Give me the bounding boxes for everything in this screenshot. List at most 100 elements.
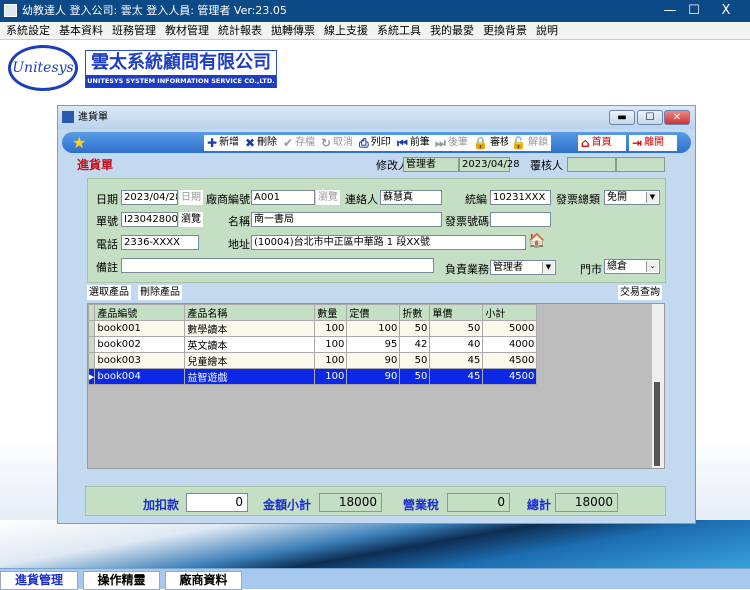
window-close-button[interactable]: ✕ xyxy=(664,110,690,125)
column-header[interactable]: 單價 xyxy=(429,304,484,321)
add-button[interactable]: ✚ 新增 xyxy=(204,135,243,151)
print-button[interactable]: ⎙ 列印 xyxy=(356,135,394,151)
subtotal-label: 金額小計 xyxy=(263,498,312,512)
vertical-scrollbar[interactable] xyxy=(652,304,664,468)
tax-id-input[interactable]: 10231XXX xyxy=(490,190,551,205)
delete-product-button[interactable]: 刪除產品 xyxy=(138,285,182,300)
address-input[interactable]: (10004)台北市中正區中華路 1 段XX號 xyxy=(251,235,526,250)
favorite-star-icon[interactable]: ★ xyxy=(72,132,86,153)
menu-item[interactable]: 統計報表 xyxy=(218,22,262,39)
vendor-browse-button[interactable]: 瀏覽 xyxy=(316,190,340,205)
tab-purchase-management[interactable]: 進貨管理 xyxy=(0,571,78,590)
table-cell[interactable]: 兒童繪本 xyxy=(184,352,316,369)
column-header[interactable]: 數量 xyxy=(314,304,348,321)
invoice-no-input[interactable] xyxy=(490,212,551,227)
store-select[interactable]: 總倉 ⌄ xyxy=(604,259,660,274)
contact-input[interactable]: 蘇慧真 xyxy=(380,190,442,205)
note-input[interactable] xyxy=(121,258,434,273)
close-button[interactable]: X xyxy=(706,0,746,22)
table-cell[interactable]: 42 xyxy=(399,336,431,353)
sales-select[interactable]: 管理者 ▼ xyxy=(490,260,556,275)
table-cell[interactable]: 5000 xyxy=(482,320,538,337)
form-title: 進貨單 xyxy=(77,158,114,172)
table-cell[interactable]: 45 xyxy=(429,352,484,369)
table-row[interactable]: book003 兒童繪本 100 90 50 45 4500 xyxy=(87,352,538,369)
window-minimize-button[interactable]: ▬ xyxy=(609,110,635,125)
table-cell[interactable]: book002 xyxy=(94,336,186,353)
table-cell[interactable]: book001 xyxy=(94,320,186,337)
table-cell[interactable]: book004 xyxy=(94,368,186,385)
menu-item[interactable]: 我的最愛 xyxy=(430,22,474,39)
column-header[interactable]: 折數 xyxy=(399,304,431,321)
table-row[interactable]: book002 英文讀本 100 95 42 40 4000 xyxy=(87,336,538,353)
table-cell[interactable]: 100 xyxy=(314,352,348,369)
date-picker-button[interactable]: 日期 xyxy=(179,190,203,205)
adjust-input[interactable]: 0 xyxy=(186,493,248,512)
table-cell[interactable]: 50 xyxy=(429,320,484,337)
table-cell[interactable]: 95 xyxy=(346,336,401,353)
phone-input[interactable]: 2336-XXXX xyxy=(121,235,199,250)
menu-item[interactable]: 系統工具 xyxy=(377,22,421,39)
menu-item[interactable]: 班務管理 xyxy=(112,22,156,39)
menu-item[interactable]: 拋轉傳票 xyxy=(271,22,315,39)
approve-button[interactable]: 🔒 審核 xyxy=(470,135,513,151)
date-input[interactable]: 2023/04/28 xyxy=(121,190,178,205)
table-cell[interactable]: 4500 xyxy=(482,368,538,385)
home-icon: ⌂ xyxy=(581,136,590,150)
menu-item[interactable]: 說明 xyxy=(536,22,558,39)
column-header[interactable]: 產品編號 xyxy=(94,304,186,321)
scrollbar-thumb[interactable] xyxy=(654,382,660,466)
table-cell[interactable]: 50 xyxy=(399,320,431,337)
table-cell[interactable]: 數學讀本 xyxy=(184,320,316,337)
table-cell[interactable]: 50 xyxy=(399,352,431,369)
order-no-label: 單號 xyxy=(96,215,118,228)
menu-item[interactable]: 更換背景 xyxy=(483,22,527,39)
table-cell[interactable]: 40 xyxy=(429,336,484,353)
tab-vendor-data[interactable]: 廠商資料 xyxy=(165,571,242,590)
home-button[interactable]: ⌂ 首頁 xyxy=(578,135,626,151)
table-header: 產品編號 產品名稱 數量 定價 折數 單價 小計 xyxy=(87,304,538,321)
menu-item[interactable]: 系統設定 xyxy=(6,22,50,39)
save-button[interactable]: ✔ 存檔 xyxy=(280,135,319,151)
unlock-button[interactable]: 🔓 解鎖 xyxy=(508,135,551,151)
cancel-button[interactable]: ↻ 取消 xyxy=(318,135,357,151)
table-cell[interactable]: 45 xyxy=(429,368,484,385)
house-icon[interactable]: 🏠 xyxy=(528,233,545,249)
vendor-id-label: 廠商編號 xyxy=(206,193,250,206)
exit-button[interactable]: ⇥ 離開 xyxy=(629,135,677,151)
table-cell[interactable]: 100 xyxy=(314,336,348,353)
invoice-type-select[interactable]: 免開 ▼ xyxy=(604,190,660,205)
table-cell[interactable]: 100 xyxy=(346,320,401,337)
table-cell[interactable]: 4000 xyxy=(482,336,538,353)
column-header[interactable]: 定價 xyxy=(346,304,401,321)
table-cell[interactable]: 益智遊戲 xyxy=(184,368,316,385)
order-browse-button[interactable]: 瀏覽 xyxy=(179,212,203,227)
next-button[interactable]: ⏭ 後筆 xyxy=(432,135,471,151)
select-product-button[interactable]: 選取產品 xyxy=(87,285,131,300)
table-row[interactable]: book001 數學讀本 100 100 50 50 5000 xyxy=(87,320,538,337)
name-input[interactable]: 南一書局 xyxy=(251,212,442,227)
table-cell[interactable]: 100 xyxy=(314,320,348,337)
order-no-input[interactable]: I230428001 xyxy=(121,212,178,227)
menu-item[interactable]: 基本資料 xyxy=(59,22,103,39)
table-row[interactable]: ▶ book004 益智遊戲 100 90 50 45 4500 xyxy=(87,368,538,385)
vendor-id-input[interactable]: A001 xyxy=(251,190,315,205)
menu-item[interactable]: 線上支援 xyxy=(324,22,368,39)
invoice-no-label: 發票號碼 xyxy=(445,215,489,228)
previous-button[interactable]: ⏮ 前筆 xyxy=(394,135,433,151)
tab-operation-wizard[interactable]: 操作精靈 xyxy=(83,571,160,590)
printer-icon: ⎙ xyxy=(359,136,369,150)
table-cell[interactable]: 100 xyxy=(314,368,348,385)
column-header[interactable]: 產品名稱 xyxy=(184,304,316,321)
table-cell[interactable]: 50 xyxy=(399,368,431,385)
trade-query-button[interactable]: 交易查詢 xyxy=(618,285,662,300)
column-header[interactable]: 小計 xyxy=(482,304,538,321)
table-cell[interactable]: 90 xyxy=(346,368,401,385)
table-cell[interactable]: 4500 xyxy=(482,352,538,369)
window-maximize-button[interactable]: ☐ xyxy=(637,110,663,125)
menu-item[interactable]: 教材管理 xyxy=(165,22,209,39)
table-cell[interactable]: 英文讀本 xyxy=(184,336,316,353)
table-cell[interactable]: 90 xyxy=(346,352,401,369)
delete-button[interactable]: ✖ 刪除 xyxy=(242,135,281,151)
table-cell[interactable]: book003 xyxy=(94,352,186,369)
